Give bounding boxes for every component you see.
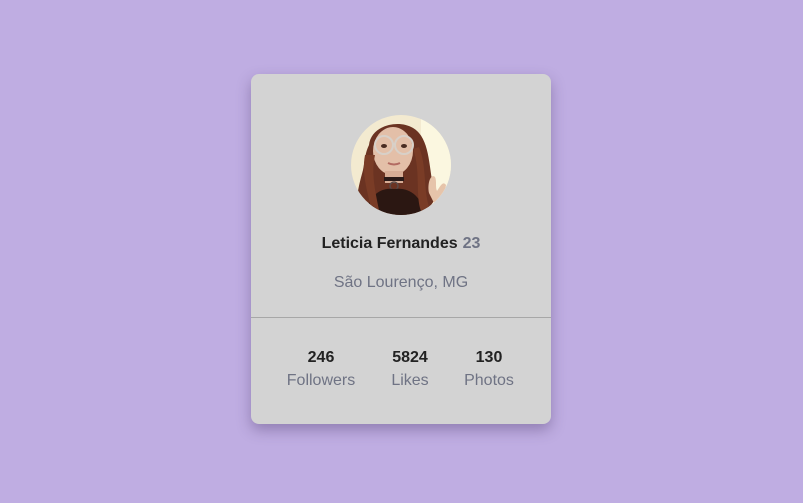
- name-row: Leticia Fernandes 23: [251, 234, 551, 254]
- stat-label: Likes: [391, 372, 429, 389]
- stat-value: 130: [475, 349, 503, 366]
- profile-card: Leticia Fernandes 23 São Lourenço, MG 246…: [251, 74, 551, 424]
- stat-likes: 5824 Likes: [380, 348, 440, 391]
- profile-location: São Lourenço, MG: [333, 274, 469, 291]
- stat-label: Photos: [464, 372, 514, 389]
- divider: [251, 317, 551, 318]
- avatar-photo: [351, 115, 451, 215]
- profile-age: 23: [462, 235, 481, 252]
- profile-name: Leticia Fernandes: [321, 235, 458, 252]
- stat-value: 5824: [392, 349, 428, 366]
- stat-value: 246: [307, 349, 335, 366]
- stat-followers: 246 Followers: [281, 348, 361, 391]
- stat-photos: 130 Photos: [459, 348, 519, 391]
- stats-row: 246 Followers 5824 Likes 130 Photos: [251, 348, 551, 398]
- stat-label: Followers: [286, 372, 356, 389]
- avatar: [351, 115, 451, 215]
